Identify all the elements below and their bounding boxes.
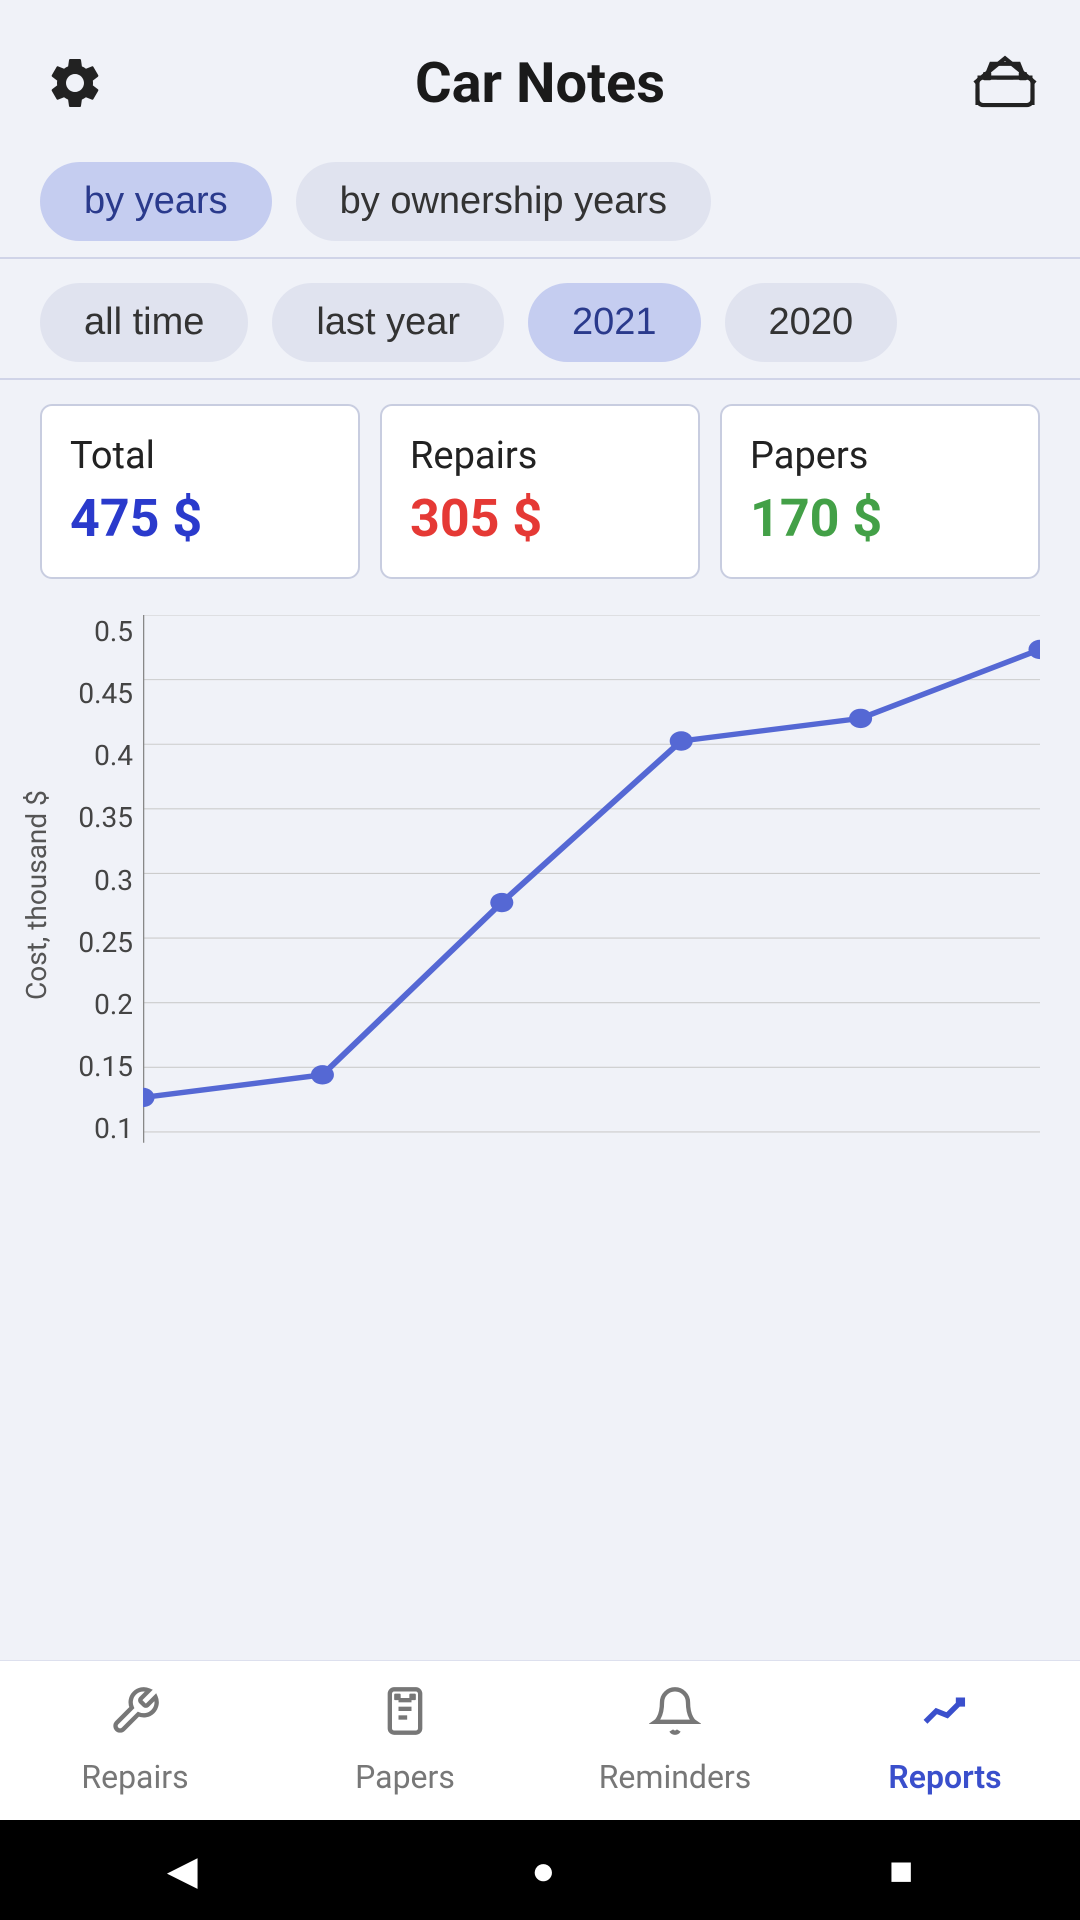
datapoint-0 — [143, 1088, 155, 1107]
filter-all-time[interactable]: all time — [40, 283, 248, 362]
chart-container: Cost, thousand $ 0.1 0.15 0.2 0.25 0.3 0… — [0, 595, 1080, 1428]
filter-row-time: all time last year 2021 2020 — [0, 259, 1080, 378]
filter-last-year[interactable]: last year — [272, 283, 504, 362]
nav-repairs[interactable]: Repairs — [0, 1685, 270, 1796]
y-tick-7: 0.45 — [53, 677, 143, 710]
y-tick-1: 0.15 — [53, 1050, 143, 1083]
nav-repairs-label: Repairs — [81, 1758, 188, 1796]
datapoint-2 — [490, 893, 513, 912]
car-icon[interactable] — [970, 48, 1040, 118]
nav-papers-label: Papers — [355, 1758, 455, 1796]
spacer — [0, 1428, 1080, 1661]
nav-reports-label: Reports — [888, 1758, 1001, 1796]
card-total-label: Total — [70, 434, 330, 478]
y-tick-5: 0.35 — [53, 801, 143, 834]
datapoint-4 — [849, 709, 872, 728]
android-home[interactable]: ● — [531, 1847, 555, 1894]
header: Car Notes — [0, 0, 1080, 138]
datapoint-1 — [311, 1065, 334, 1084]
y-tick-3: 0.25 — [53, 926, 143, 959]
nav-reminders-label: Reminders — [599, 1758, 752, 1796]
card-papers-value: 170 $ — [750, 488, 1010, 549]
filter-row-period: by years by ownership years — [0, 138, 1080, 257]
nav-reminders[interactable]: Reminders — [540, 1685, 810, 1796]
android-back[interactable]: ◀ — [167, 1847, 198, 1894]
y-ticks: 0.1 0.15 0.2 0.25 0.3 0.35 0.4 0.45 0.5 — [53, 615, 143, 1175]
y-tick-6: 0.4 — [53, 739, 143, 772]
filter-2020[interactable]: 2020 — [725, 283, 898, 362]
repairs-icon — [109, 1685, 161, 1750]
line-chart — [143, 615, 1040, 1175]
reports-icon — [919, 1685, 971, 1750]
android-nav-bar: ◀ ● ■ — [0, 1820, 1080, 1920]
filter-by-years[interactable]: by years — [40, 162, 272, 241]
y-tick-4: 0.3 — [53, 864, 143, 897]
page-title: Car Notes — [110, 50, 970, 116]
card-papers: Papers 170 $ — [720, 404, 1040, 579]
card-repairs: Repairs 305 $ — [380, 404, 700, 579]
card-papers-label: Papers — [750, 434, 1010, 478]
filter-2021[interactable]: 2021 — [528, 283, 701, 362]
card-repairs-label: Repairs — [410, 434, 670, 478]
datapoint-3 — [670, 731, 693, 750]
nav-reports[interactable]: Reports — [810, 1685, 1080, 1796]
reminders-icon — [649, 1685, 701, 1750]
card-total: Total 475 $ — [40, 404, 360, 579]
y-tick-8: 0.5 — [53, 615, 143, 648]
chart-svg-area — [143, 615, 1040, 1175]
papers-icon — [379, 1685, 431, 1750]
summary-cards: Total 475 $ Repairs 305 $ Papers 170 $ — [0, 380, 1080, 595]
nav-papers[interactable]: Papers — [270, 1685, 540, 1796]
bottom-nav: Repairs Papers Reminders — [0, 1660, 1080, 1820]
y-tick-2: 0.2 — [53, 988, 143, 1021]
gear-icon[interactable] — [40, 48, 110, 118]
filter-by-ownership-years[interactable]: by ownership years — [296, 162, 711, 241]
y-axis-label: Cost, thousand $ — [10, 615, 53, 1175]
y-tick-0: 0.1 — [53, 1112, 143, 1145]
card-total-value: 475 $ — [70, 488, 330, 549]
datapoint-5 — [1028, 640, 1040, 659]
card-repairs-value: 305 $ — [410, 488, 670, 549]
android-recent[interactable]: ■ — [889, 1847, 913, 1894]
chart-wrap: Cost, thousand $ 0.1 0.15 0.2 0.25 0.3 0… — [10, 615, 1040, 1175]
